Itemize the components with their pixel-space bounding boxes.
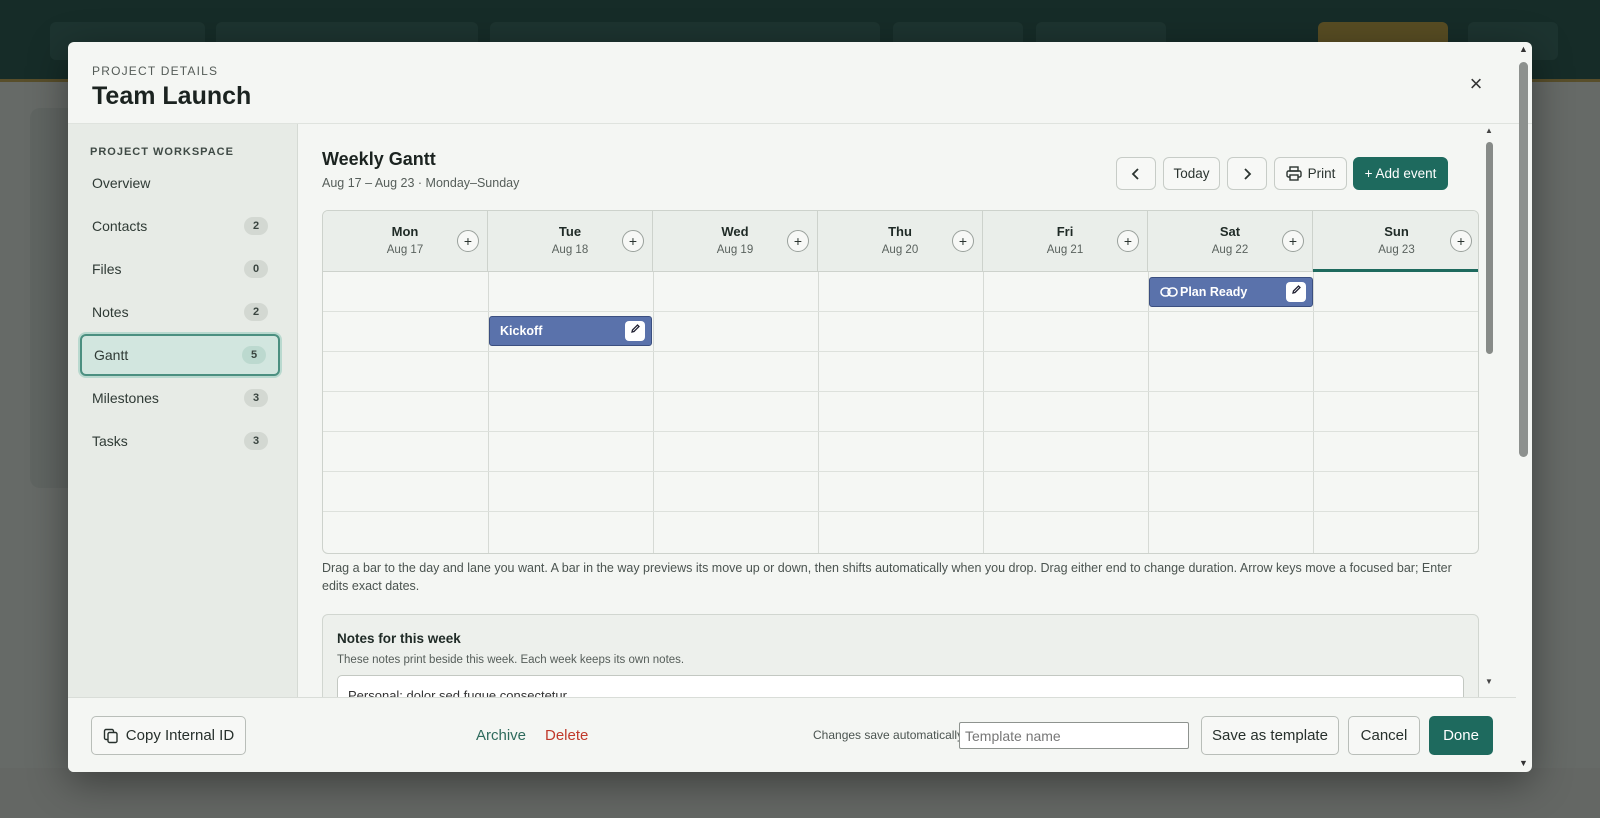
sidebar-item-label: Gantt (94, 347, 129, 363)
sidebar-item-label: Milestones (92, 390, 159, 406)
archive-link[interactable]: Archive (476, 727, 526, 744)
copy-internal-id-button[interactable]: Copy Internal ID (91, 716, 246, 755)
sidebar-item-gantt[interactable]: Gantt 5 (80, 334, 280, 376)
lane-divider (323, 311, 1478, 312)
lane-divider (323, 431, 1478, 432)
sidebar-item-label: Tasks (92, 433, 128, 449)
add-event-day-button[interactable]: + (1282, 230, 1304, 252)
chevron-right-icon (1244, 167, 1252, 180)
link-icon (1160, 286, 1178, 298)
modal-scrollbar[interactable]: ▲ ▼ (1516, 42, 1532, 772)
cancel-button[interactable]: Cancel (1348, 716, 1420, 755)
printer-icon (1285, 166, 1302, 181)
pencil-icon[interactable] (1286, 282, 1306, 302)
sidebar-item-label: Contacts (92, 218, 148, 234)
add-event-day-button[interactable]: + (622, 230, 644, 252)
gantt-panel: Weekly Gantt Aug 17 – Aug 23 · Monday–Su… (299, 124, 1516, 697)
day-header-fri: Fri Aug 21 + (983, 211, 1148, 272)
template-name-input[interactable] (959, 722, 1189, 749)
scroll-up-arrow-icon[interactable]: ▲ (1485, 126, 1493, 135)
count-badge: 3 (244, 389, 268, 407)
gantt-header: Mon Aug 17 + Tue Aug 18 + Wed Aug 19 + T… (323, 211, 1478, 272)
sidebar-heading: PROJECT WORKSPACE (90, 146, 234, 158)
week-notes-card: Notes for this week These notes print be… (322, 614, 1479, 697)
lane-divider (323, 511, 1478, 512)
modal-title: Team Launch (92, 82, 252, 110)
add-event-day-button[interactable]: + (952, 230, 974, 252)
scroll-down-arrow-icon[interactable]: ▼ (1485, 677, 1493, 686)
day-header-wed: Wed Aug 19 + (653, 211, 818, 272)
today-button[interactable]: Today (1163, 157, 1220, 190)
project-details-modal: PROJECT DETAILS Team Launch × PROJECT WO… (68, 42, 1532, 772)
sidebar-item-label: Files (92, 261, 122, 277)
gantt-bar-kickoff[interactable]: Kickoff (489, 316, 652, 346)
gantt-help-text: Drag a bar to the day and lane you want.… (322, 561, 1452, 593)
close-icon[interactable]: × (1464, 72, 1488, 96)
notes-title: Notes for this week (337, 631, 461, 646)
day-header-mon: Mon Aug 17 + (323, 211, 488, 272)
previous-week-button[interactable] (1116, 157, 1156, 190)
scroll-down-arrow-icon[interactable]: ▼ (1519, 758, 1528, 768)
add-event-day-button[interactable]: + (1117, 230, 1139, 252)
weekly-gantt-grid: Mon Aug 17 + Tue Aug 18 + Wed Aug 19 + T… (322, 210, 1479, 554)
notes-subtitle: These notes print beside this week. Each… (337, 654, 685, 666)
sidebar-item-label: Overview (92, 175, 151, 191)
autosave-note: Changes save automatically (813, 728, 964, 742)
lane-divider (323, 351, 1478, 352)
delete-link[interactable]: Delete (545, 727, 588, 744)
pencil-icon[interactable] (625, 321, 645, 341)
gantt-bar-plan-ready[interactable]: Plan Ready (1149, 277, 1313, 307)
week-notes-textarea[interactable]: Personal: dolor sed fugue consectetur (337, 675, 1464, 697)
modal-footer: Copy Internal ID Archive Delete Changes … (68, 697, 1516, 772)
lane-divider (323, 391, 1478, 392)
print-button[interactable]: Print (1274, 157, 1347, 190)
sidebar-item-tasks[interactable]: Tasks 3 (80, 422, 280, 460)
copy-id-label: Copy Internal ID (125, 727, 235, 744)
save-as-template-button[interactable]: Save as template (1201, 716, 1339, 755)
modal-eyebrow: PROJECT DETAILS (92, 64, 219, 78)
project-workspace-sidebar: PROJECT WORKSPACE Overview Contacts 2 Fi… (68, 124, 298, 697)
sidebar-item-overview[interactable]: Overview (80, 164, 280, 202)
gantt-lanes[interactable]: Plan Ready Kickoff (323, 272, 1478, 553)
next-week-button[interactable] (1227, 157, 1267, 190)
add-event-button[interactable]: + Add event (1353, 157, 1448, 190)
panel-scrollbar[interactable]: ▲ ▼ (1484, 126, 1496, 686)
add-event-day-button[interactable]: + (457, 230, 479, 252)
day-header-thu: Thu Aug 20 + (818, 211, 983, 272)
print-label: Print (1307, 166, 1336, 181)
sidebar-item-contacts[interactable]: Contacts 2 (80, 207, 280, 245)
day-header-sun: Sun Aug 23 + (1313, 211, 1478, 272)
count-badge: 5 (242, 346, 266, 364)
copy-icon (103, 728, 118, 743)
count-badge: 2 (244, 217, 268, 235)
lane-divider (323, 471, 1478, 472)
gantt-title: Weekly Gantt (322, 149, 436, 169)
add-event-day-button[interactable]: + (1450, 230, 1472, 252)
day-header-tue: Tue Aug 18 + (488, 211, 653, 272)
scroll-up-arrow-icon[interactable]: ▲ (1519, 44, 1528, 54)
count-badge: 2 (244, 303, 268, 321)
chevron-left-icon (1131, 167, 1139, 180)
scrollbar-thumb[interactable] (1486, 142, 1493, 354)
add-event-day-button[interactable]: + (787, 230, 809, 252)
sidebar-item-notes[interactable]: Notes 2 (80, 293, 280, 331)
day-header-sat: Sat Aug 22 + (1148, 211, 1313, 272)
done-button[interactable]: Done (1429, 716, 1493, 755)
gantt-date-range: Aug 17 – Aug 23 · Monday–Sunday (322, 176, 520, 190)
bar-label: Kickoff (500, 324, 543, 338)
count-badge: 3 (244, 432, 268, 450)
sidebar-item-label: Notes (92, 304, 129, 320)
bar-label: Plan Ready (1180, 285, 1248, 299)
sidebar-item-files[interactable]: Files 0 (80, 250, 280, 288)
sidebar-item-milestones[interactable]: Milestones 3 (80, 379, 280, 417)
modal-header: PROJECT DETAILS Team Launch × (68, 42, 1532, 124)
scrollbar-thumb[interactable] (1519, 62, 1528, 457)
count-badge: 0 (244, 260, 268, 278)
